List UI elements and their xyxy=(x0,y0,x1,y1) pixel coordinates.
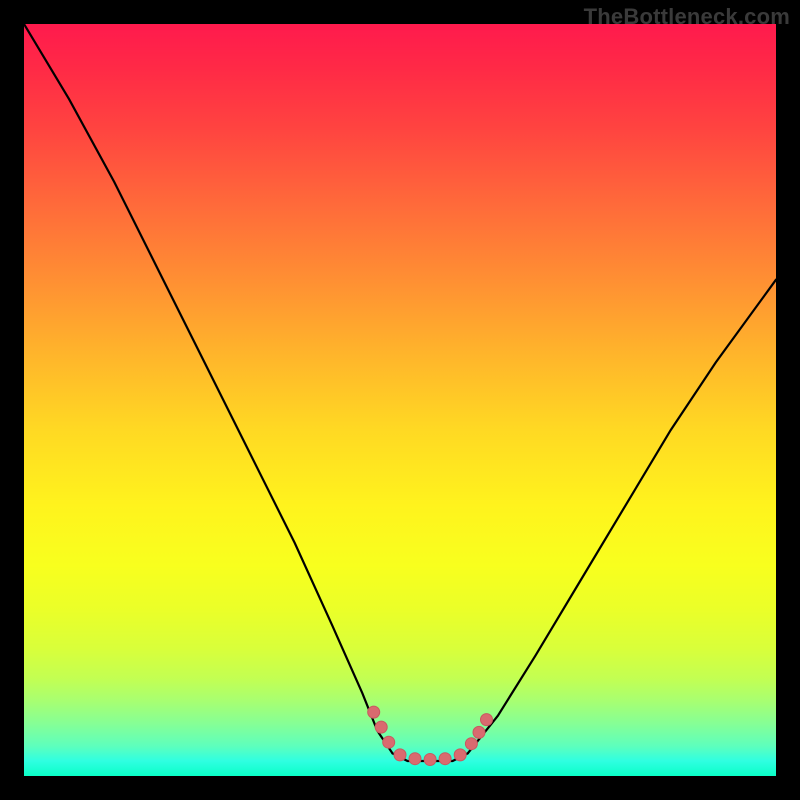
chart-svg xyxy=(24,24,776,776)
valley-marker xyxy=(465,738,477,750)
valley-marker xyxy=(394,749,406,761)
valley-marker xyxy=(368,706,380,718)
valley-marker xyxy=(439,753,451,765)
valley-marker xyxy=(424,754,436,766)
valley-marker xyxy=(454,749,466,761)
valley-marker xyxy=(375,721,387,733)
valley-marker xyxy=(409,753,421,765)
valley-markers xyxy=(368,706,493,765)
valley-marker xyxy=(481,714,493,726)
valley-marker xyxy=(383,736,395,748)
plot-area xyxy=(24,24,776,776)
curve-left xyxy=(24,24,393,753)
valley-marker xyxy=(473,726,485,738)
curve-right xyxy=(468,280,776,754)
chart-frame: TheBottleneck.com xyxy=(0,0,800,800)
